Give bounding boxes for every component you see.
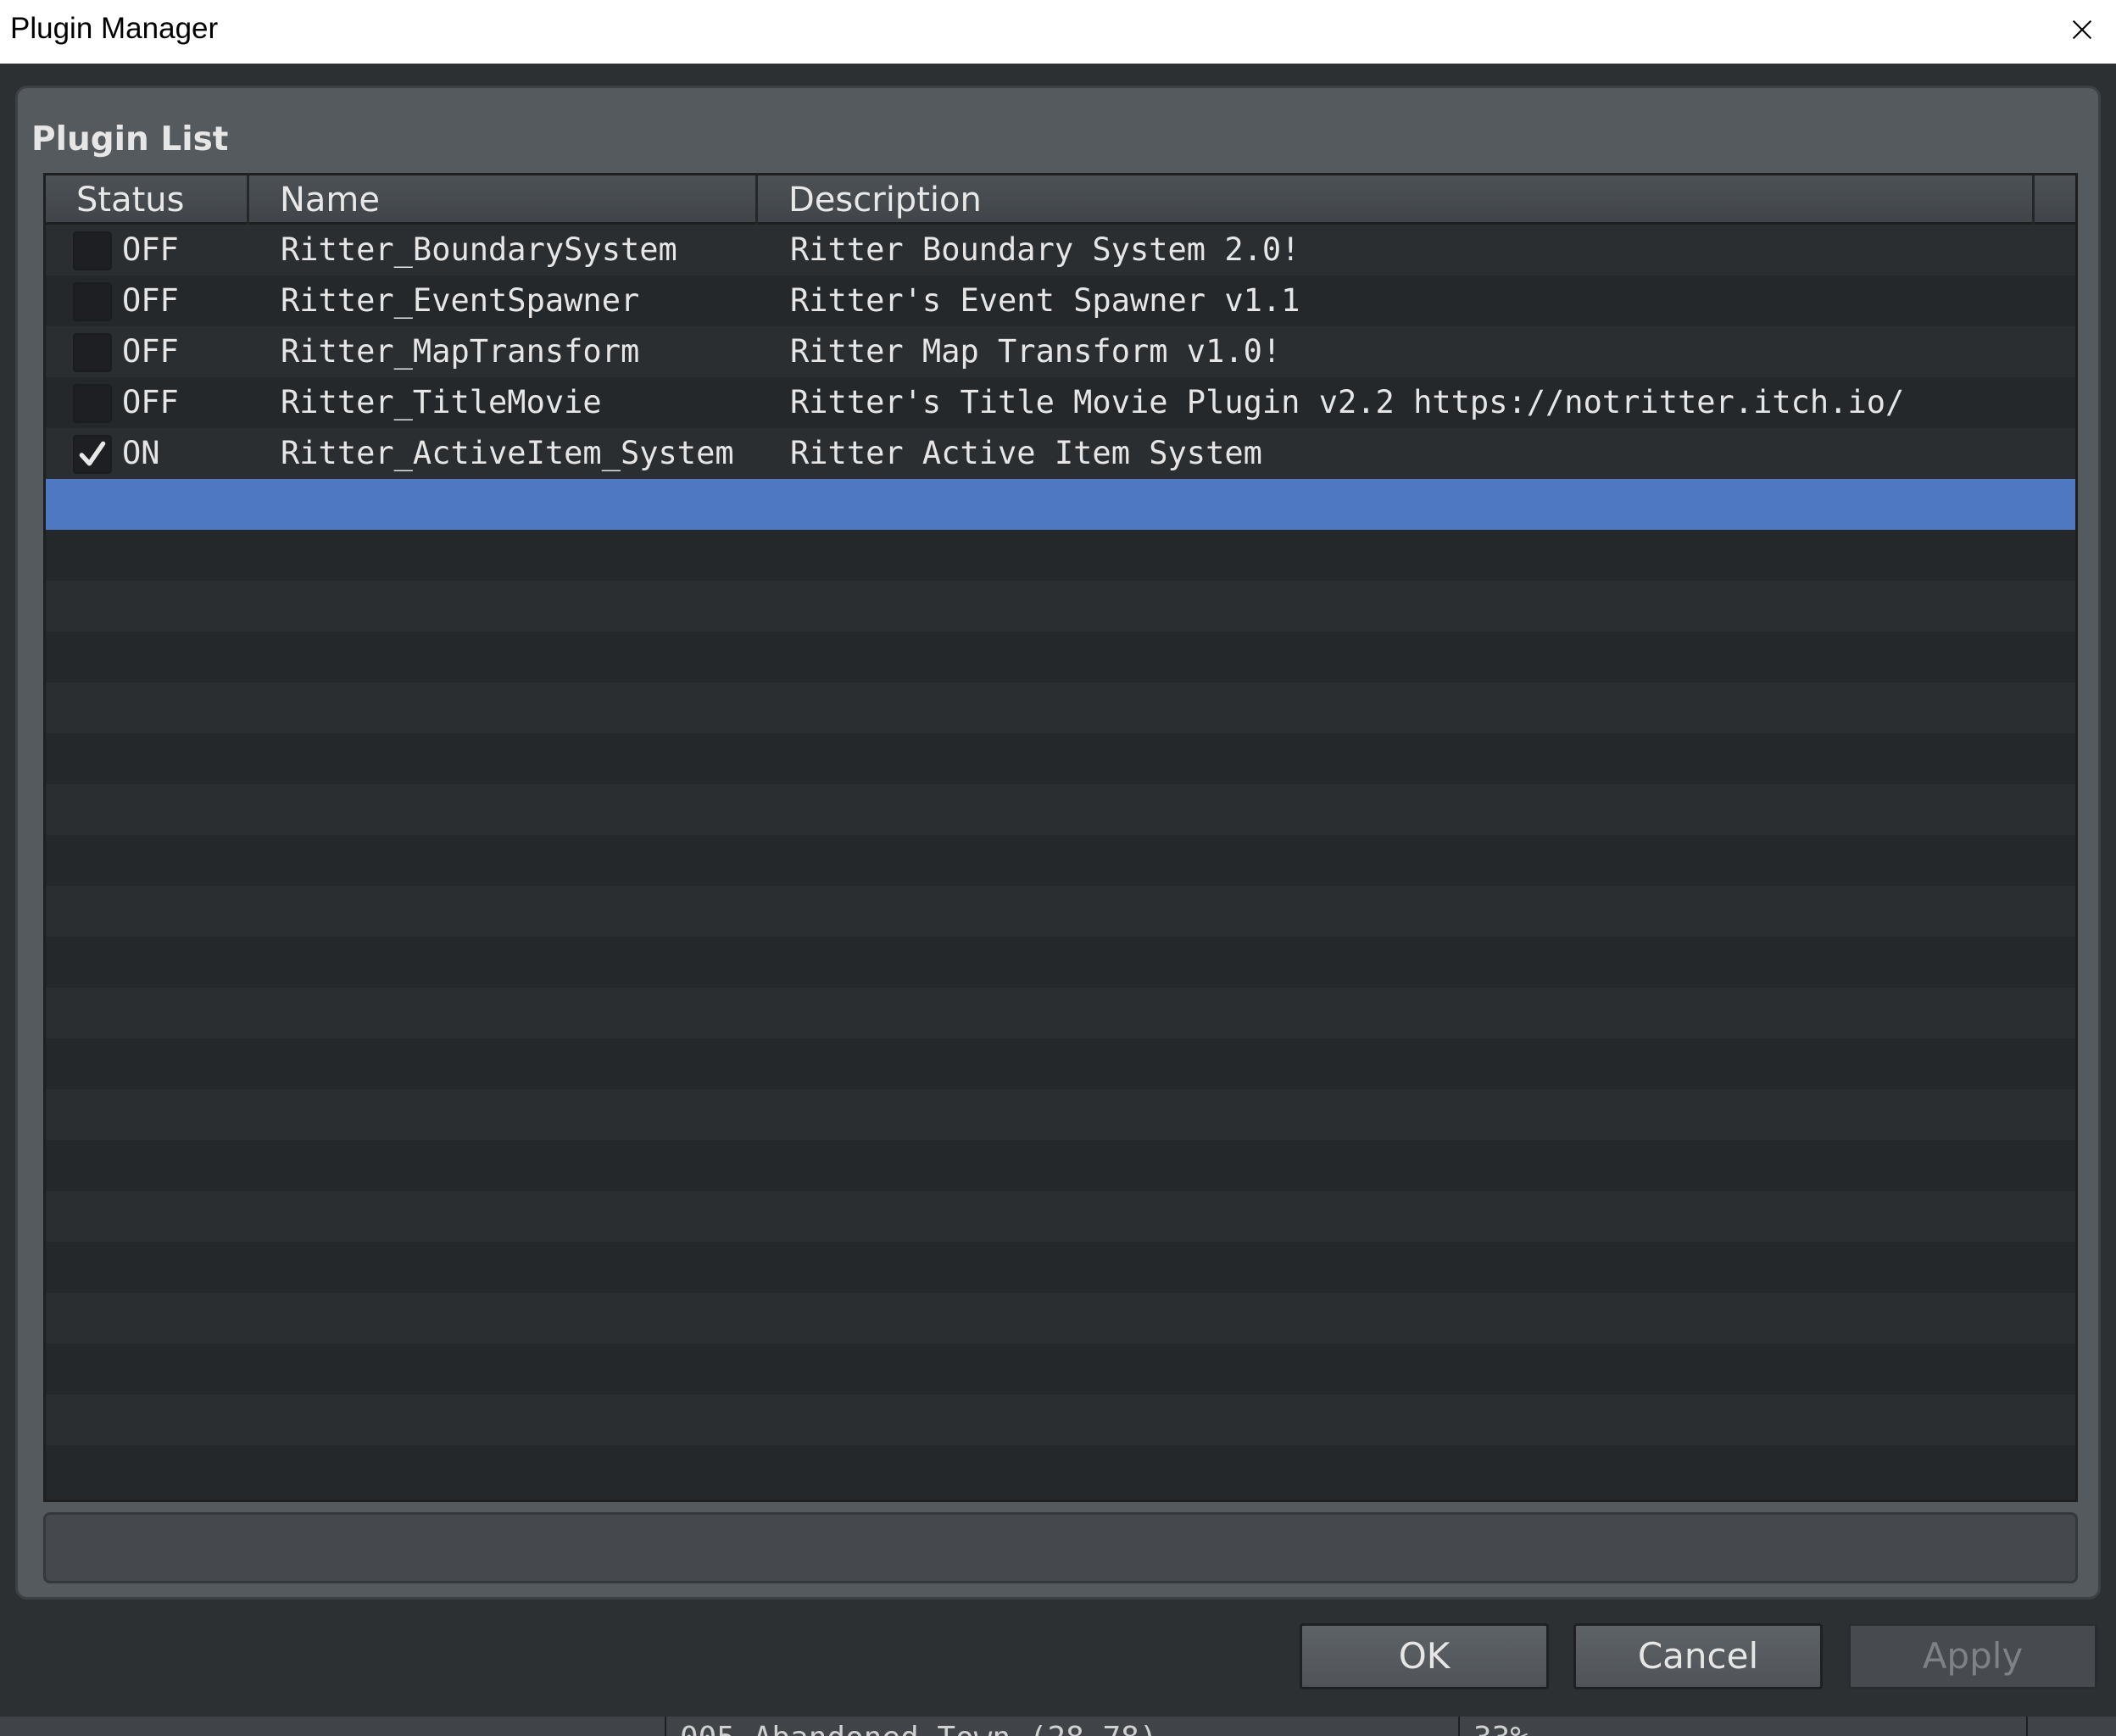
editor-status-bar: 005 Abandoned Town (28,78) 33% (0, 1717, 2116, 1736)
window-title: Plugin Manager (10, 12, 219, 45)
empty-row (46, 581, 2075, 632)
ok-button[interactable]: OK (1300, 1623, 1549, 1689)
empty-row (46, 632, 2075, 682)
plugin-description: Ritter's Event Spawner v1.1 (790, 282, 1300, 319)
column-header-name[interactable]: Name (249, 175, 758, 225)
table-row[interactable]: OFF Ritter_TitleMovie Ritter's Title Mov… (46, 377, 2075, 428)
close-icon (2072, 19, 2092, 40)
table-row-selected-empty[interactable] (46, 479, 2075, 530)
status-map-text: 005 Abandoned Town (28,78) (680, 1723, 1158, 1736)
plugin-table[interactable]: Status Name Description OFF Ritter_Bound… (43, 173, 2078, 1502)
title-bar: Plugin Manager (0, 0, 2116, 64)
checkmark-icon (79, 441, 106, 466)
table-body: OFF Ritter_BoundarySystem Ritter Boundar… (46, 225, 2075, 1496)
empty-row (46, 835, 2075, 886)
status-zoom-text: 33% (1473, 1723, 1529, 1736)
group-title: Plugin List (31, 120, 229, 159)
empty-row (46, 1394, 2075, 1445)
table-row[interactable]: ON Ritter_ActiveItem_System Ritter Activ… (46, 428, 2075, 479)
empty-row (46, 733, 2075, 784)
plugin-name: Ritter_ActiveItem_System (281, 435, 734, 471)
close-button[interactable] (2048, 0, 2116, 59)
plugin-description: Ritter Active Item System (790, 435, 1262, 471)
status-text: ON (122, 435, 160, 471)
status-checkbox[interactable] (73, 333, 112, 372)
plugin-help-box (43, 1512, 2078, 1583)
status-separator (1458, 1717, 1460, 1736)
empty-row (46, 1038, 2075, 1089)
plugin-description: Ritter Map Transform v1.0! (790, 333, 1282, 370)
empty-row (46, 1191, 2075, 1242)
status-checkbox[interactable] (73, 231, 112, 270)
table-row[interactable]: OFF Ritter_MapTransform Ritter Map Trans… (46, 326, 2075, 377)
table-row[interactable]: OFF Ritter_EventSpawner Ritter's Event S… (46, 275, 2075, 326)
status-checkbox[interactable] (73, 384, 112, 423)
column-header-description[interactable]: Description (758, 175, 2035, 225)
empty-row (46, 1140, 2075, 1191)
status-text: OFF (122, 231, 179, 268)
plugin-name: Ritter_MapTransform (281, 333, 640, 370)
empty-row (46, 937, 2075, 988)
table-row[interactable]: OFF Ritter_BoundarySystem Ritter Boundar… (46, 225, 2075, 275)
table-header: Status Name Description (46, 175, 2075, 225)
empty-rows (46, 530, 2075, 1496)
apply-button[interactable]: Apply (1848, 1623, 2097, 1689)
empty-row (46, 1089, 2075, 1140)
empty-row (46, 1445, 2075, 1496)
status-separator (665, 1717, 666, 1736)
plugin-name: Ritter_BoundarySystem (281, 231, 677, 268)
status-checkbox[interactable] (73, 282, 112, 321)
plugin-description: Ritter's Title Movie Plugin v2.2 https:/… (790, 384, 1905, 420)
plugin-name: Ritter_EventSpawner (281, 282, 640, 319)
empty-row (46, 682, 2075, 733)
status-checkbox[interactable] (73, 435, 112, 474)
status-text: OFF (122, 384, 179, 420)
column-header-extra (2035, 175, 2075, 225)
plugin-description: Ritter Boundary System 2.0! (790, 231, 1300, 268)
column-header-status[interactable]: Status (46, 175, 249, 225)
plugin-name: Ritter_TitleMovie (281, 384, 602, 420)
cancel-button[interactable]: Cancel (1573, 1623, 1823, 1689)
empty-row (46, 1293, 2075, 1344)
empty-row (46, 886, 2075, 937)
empty-row (46, 1344, 2075, 1394)
plugin-list-group: Plugin List Status Name Description OFF … (15, 86, 2101, 1600)
empty-row (46, 988, 2075, 1038)
status-separator (2026, 1717, 2028, 1736)
status-text: OFF (122, 333, 179, 370)
dialog-body: Plugin List Status Name Description OFF … (0, 64, 2116, 1717)
status-text: OFF (122, 282, 179, 319)
empty-row (46, 1242, 2075, 1293)
empty-row (46, 530, 2075, 581)
empty-row (46, 784, 2075, 835)
